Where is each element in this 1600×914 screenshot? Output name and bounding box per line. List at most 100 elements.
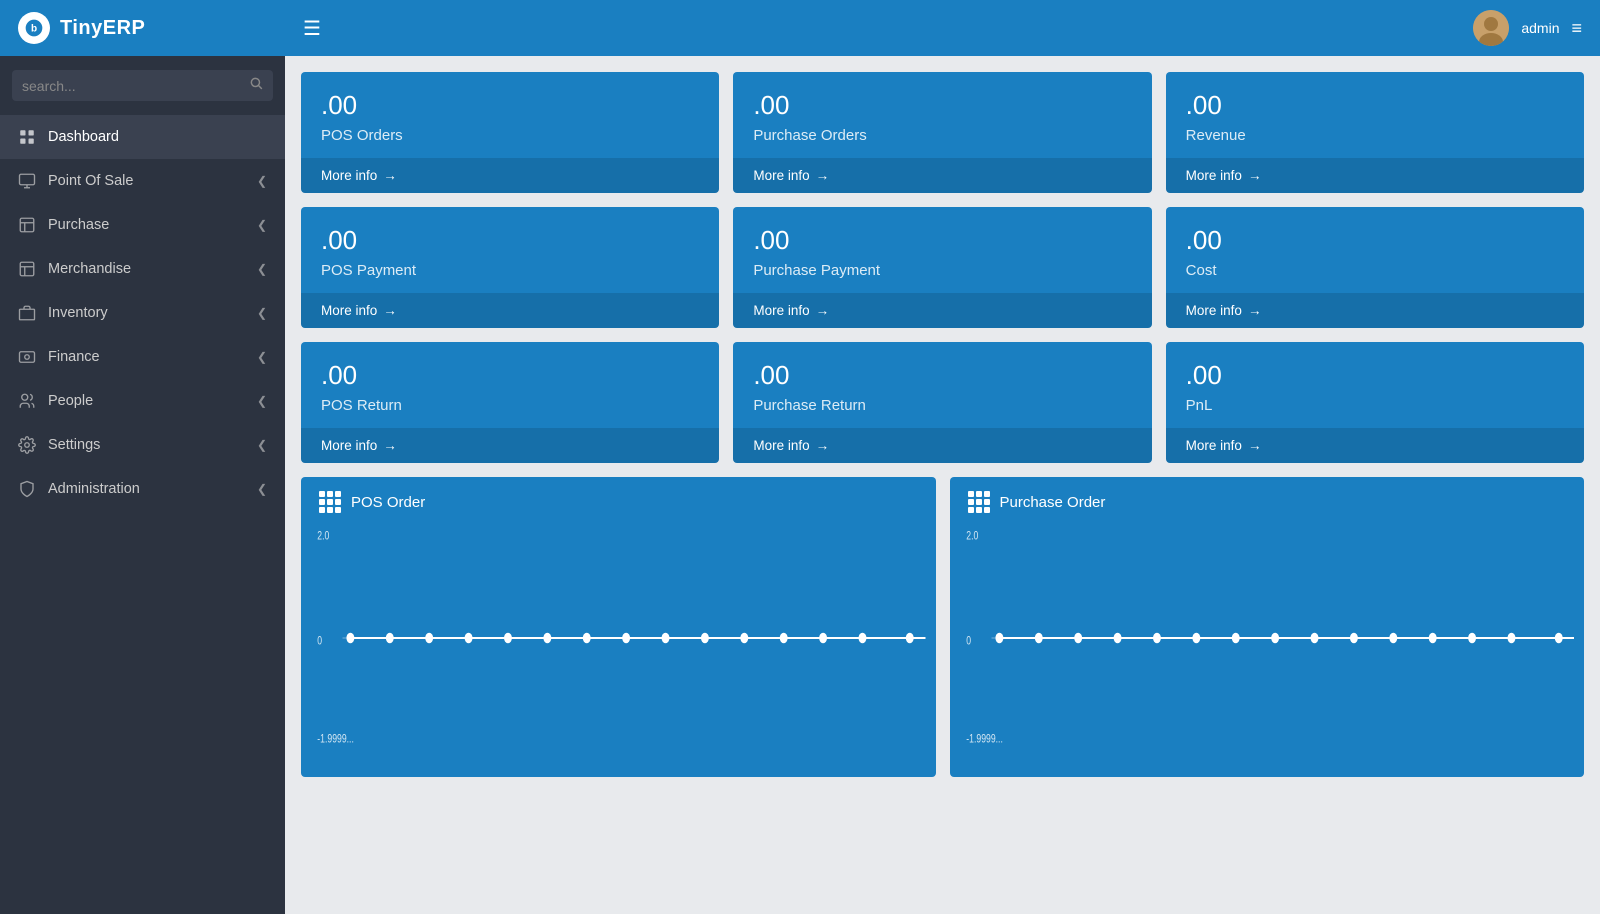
chart-header: Purchase Order	[950, 477, 1585, 523]
chart-dot	[780, 633, 788, 643]
search-wrapper[interactable]	[12, 70, 273, 101]
chart-dot	[1113, 633, 1121, 643]
arrow-right-icon: →	[816, 168, 830, 183]
stat-card-body: .00 Revenue	[1166, 72, 1584, 158]
sidebar-item-point-of-sale[interactable]: Point Of Sale ❮	[0, 159, 285, 203]
stat-card-body: .00 Purchase Return	[733, 342, 1151, 428]
sidebar-item-purchase[interactable]: Purchase ❮	[0, 203, 285, 247]
stat-card-footer[interactable]: More info →	[733, 293, 1151, 328]
chart-body: 2.0 0 -1.9999...	[301, 523, 936, 763]
chart-dot	[1468, 633, 1476, 643]
search-input[interactable]	[22, 78, 241, 94]
admin-icon	[18, 480, 36, 498]
chevron-right-icon: ❮	[257, 262, 267, 276]
search-icon	[249, 76, 263, 95]
chart-dot	[859, 633, 867, 643]
stat-card-pos-orders: .00 POS Orders More info →	[301, 72, 719, 193]
arrow-right-icon: →	[1248, 303, 1262, 318]
admin-name-label: admin	[1521, 20, 1559, 36]
chart-dot	[425, 633, 433, 643]
chevron-right-icon: ❮	[257, 394, 267, 408]
chart-dot	[386, 633, 394, 643]
chart-grid-icon	[319, 491, 341, 513]
stat-label: Purchase Payment	[753, 262, 1131, 279]
sidebar-item-merchandise[interactable]: Merchandise ❮	[0, 247, 285, 291]
inventory-icon	[18, 304, 36, 322]
chart-dot	[543, 633, 551, 643]
stat-card-pnl: .00 PnL More info →	[1166, 342, 1584, 463]
stat-card-footer[interactable]: More info →	[1166, 293, 1584, 328]
stat-card-footer[interactable]: More info →	[733, 428, 1151, 463]
chart-title: Purchase Order	[1000, 494, 1106, 511]
sidebar-item-inventory[interactable]: Inventory ❮	[0, 291, 285, 335]
stat-value: .00	[753, 360, 1131, 391]
sidebar-item-label: Inventory	[48, 305, 108, 321]
arrow-right-icon: →	[816, 303, 830, 318]
topbar-menu-icon[interactable]: ≡	[1571, 18, 1582, 39]
more-info-label: More info	[753, 168, 809, 183]
more-info-label: More info	[1186, 303, 1242, 318]
sidebar-item-settings[interactable]: Settings ❮	[0, 423, 285, 467]
purchase-icon	[18, 216, 36, 234]
chart-dot	[1231, 633, 1239, 643]
more-info-label: More info	[753, 438, 809, 453]
chevron-right-icon: ❮	[257, 438, 267, 452]
stat-card-footer[interactable]: More info →	[1166, 428, 1584, 463]
arrow-right-icon: →	[1248, 168, 1262, 183]
hamburger-icon[interactable]: ☰	[303, 16, 321, 41]
chart-dot	[1153, 633, 1161, 643]
y-max-label: 2.0	[317, 531, 329, 543]
stat-label: Purchase Orders	[753, 127, 1131, 144]
stat-card-revenue: .00 Revenue More info →	[1166, 72, 1584, 193]
sidebar-item-dashboard[interactable]: Dashboard	[0, 115, 285, 159]
stat-value: .00	[753, 90, 1131, 121]
chart-dot	[1271, 633, 1279, 643]
chart-dot	[465, 633, 473, 643]
y-max-label: 2.0	[966, 531, 978, 543]
stat-value: .00	[1186, 360, 1564, 391]
chart-dot	[583, 633, 591, 643]
sidebar-item-administration[interactable]: Administration ❮	[0, 467, 285, 511]
topbar-right: admin ≡	[1473, 10, 1582, 46]
stat-card-body: .00 PnL	[1166, 342, 1584, 428]
stat-card-body: .00 Purchase Payment	[733, 207, 1151, 293]
chart-dot	[504, 633, 512, 643]
stat-card-purchase-orders: .00 Purchase Orders More info →	[733, 72, 1151, 193]
chart-dot	[819, 633, 827, 643]
stat-card-body: .00 POS Payment	[301, 207, 719, 293]
stat-label: POS Payment	[321, 262, 699, 279]
chart-dot	[1389, 633, 1397, 643]
stat-card-footer[interactable]: More info →	[733, 158, 1151, 193]
y-min-label: -1.9999...	[317, 734, 354, 746]
arrow-right-icon: →	[1248, 438, 1262, 453]
stat-card-body: .00 POS Orders	[301, 72, 719, 158]
y-zero-label: 0	[966, 635, 971, 647]
chart-dot	[1554, 633, 1562, 643]
chart-dot	[1192, 633, 1200, 643]
stat-card-footer[interactable]: More info →	[301, 293, 719, 328]
stat-value: .00	[1186, 225, 1564, 256]
stat-card-pos-payment: .00 POS Payment More info →	[301, 207, 719, 328]
stat-card-footer[interactable]: More info →	[1166, 158, 1584, 193]
pos-order-chart-card: POS Order 2.0 0 -1.9999...	[301, 477, 936, 777]
stat-card-footer[interactable]: More info →	[301, 158, 719, 193]
sidebar-item-people[interactable]: People ❮	[0, 379, 285, 423]
stat-label: PnL	[1186, 397, 1564, 414]
stat-card-footer[interactable]: More info →	[301, 428, 719, 463]
svg-text:b: b	[31, 23, 37, 34]
chart-body: 2.0 0 -1.9999...	[950, 523, 1585, 763]
sidebar-item-label: Point Of Sale	[48, 173, 133, 189]
finance-icon	[18, 348, 36, 366]
chevron-right-icon: ❮	[257, 218, 267, 232]
stat-label: Revenue	[1186, 127, 1564, 144]
chart-dot	[906, 633, 914, 643]
stat-label: POS Orders	[321, 127, 699, 144]
chart-svg: 2.0 0 -1.9999...	[960, 523, 1575, 753]
topbar: ☰ admin ≡	[285, 0, 1600, 56]
sidebar-item-finance[interactable]: Finance ❮	[0, 335, 285, 379]
sidebar-item-label: Purchase	[48, 217, 109, 233]
chart-header: POS Order	[301, 477, 936, 523]
stat-card-pos-return: .00 POS Return More info →	[301, 342, 719, 463]
chevron-right-icon: ❮	[257, 482, 267, 496]
chart-dot	[701, 633, 709, 643]
